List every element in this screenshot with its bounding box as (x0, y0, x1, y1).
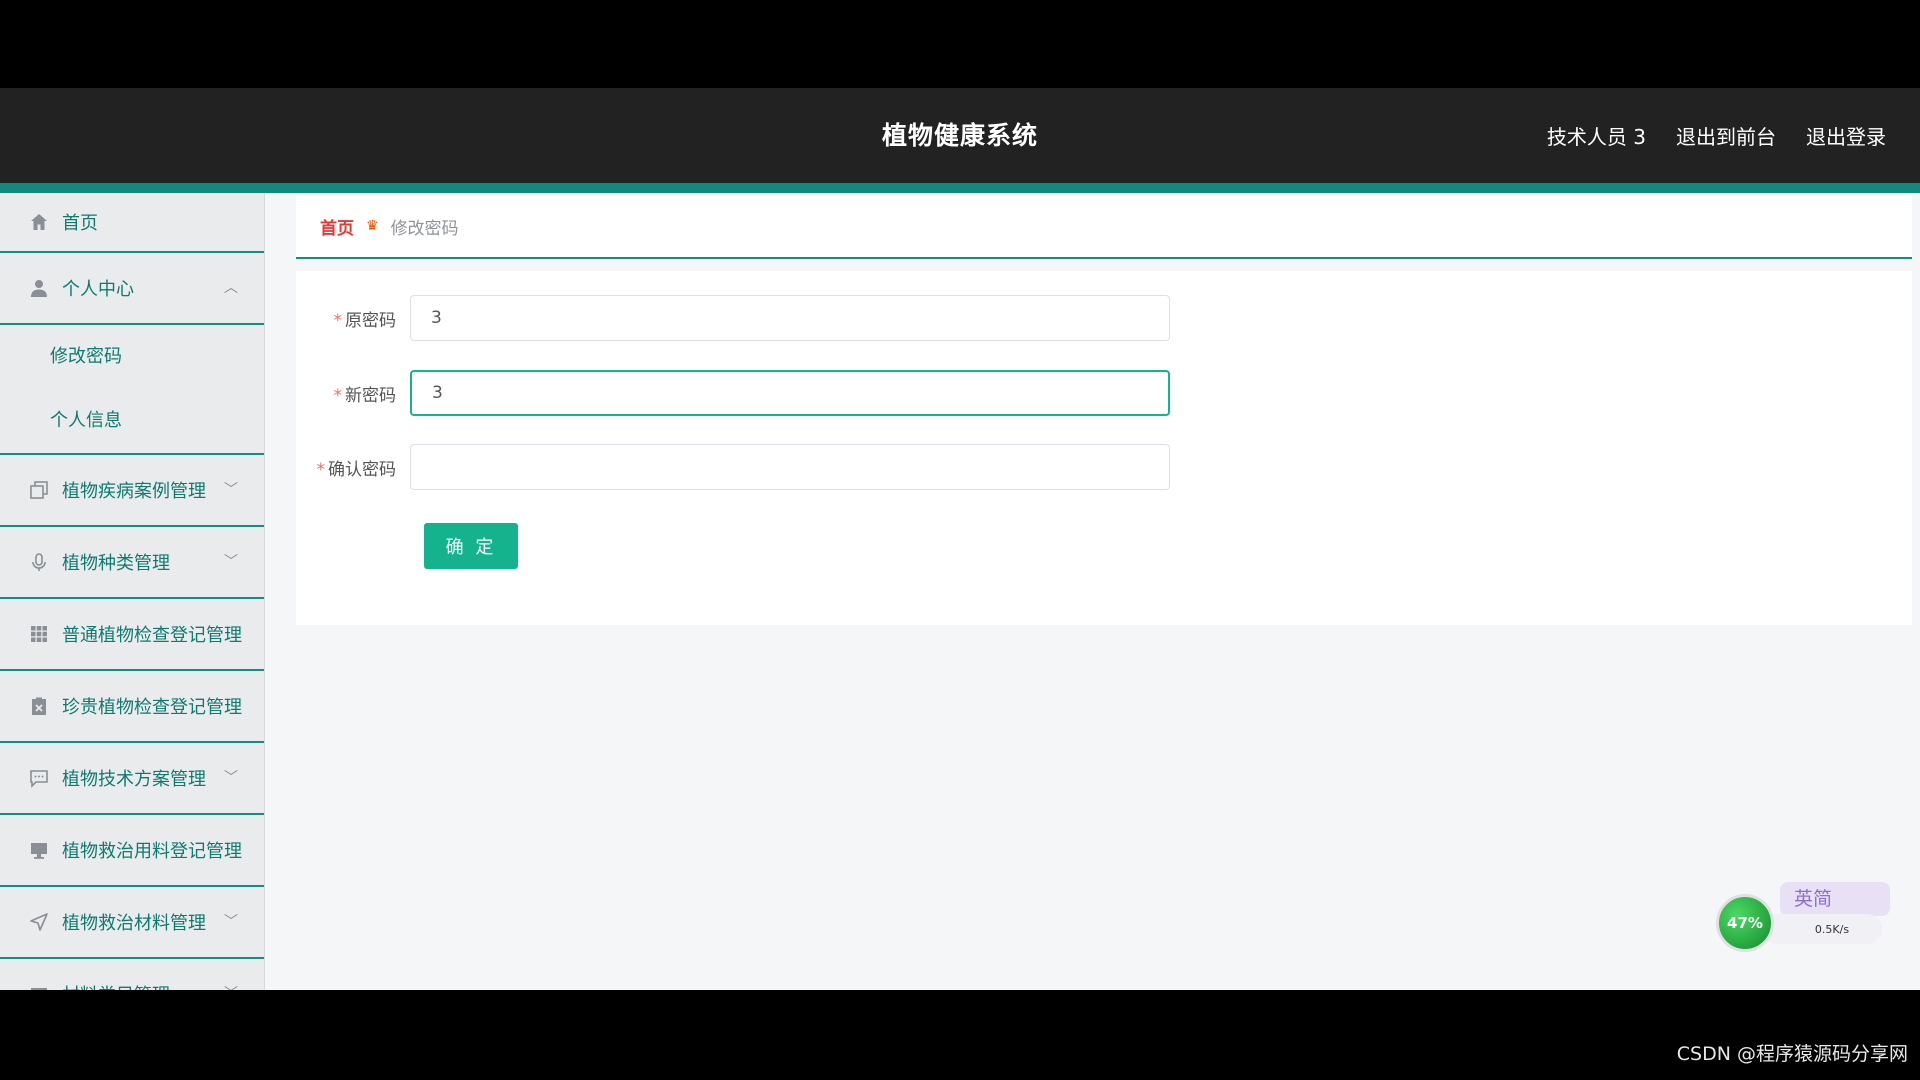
main-panel: 首页 ♛ 修改密码 *原密码 *新密码 *确认密码 确 定 (296, 195, 1912, 625)
change-password-form: *原密码 *新密码 *确认密码 确 定 (296, 271, 1912, 625)
send-icon (28, 911, 50, 933)
home-icon (28, 211, 50, 233)
old-password-label: * 原密码 (296, 306, 410, 331)
sidebar-item-label: 珍贵植物检查登记管理 (62, 697, 242, 718)
old-password-input[interactable] (410, 295, 1170, 341)
sidebar-item-label: 材料类目管理 (62, 981, 170, 990)
sidebar-item-label: 植物种类管理 (62, 553, 170, 574)
header-actions: 技术人员 3 退出到前台 退出登录 (1547, 88, 1886, 183)
personal-center-submenu: 修改密码 个人信息 (0, 325, 264, 455)
monitor-icon (28, 839, 50, 861)
chevron-up-icon: ︿ (224, 280, 238, 296)
ime-indicator[interactable]: 英简 (1780, 882, 1890, 916)
watermark-text: CSDN @程序猿源码分享网 (1676, 1043, 1908, 1065)
sidebar: 首页 个人中心 ︿ 修改密码 个人信息 植物疾病案例管理 ﹀ 植物种类管理 ﹀ (0, 193, 265, 990)
sidebar-item-rare-inspection[interactable]: 珍贵植物检查登记管理 (0, 671, 264, 743)
required-mark: * (333, 385, 343, 406)
sidebar-item-treatment-usage[interactable]: 植物救治用料登记管理 (0, 815, 264, 887)
chevron-down-icon: ﹀ (224, 983, 238, 990)
old-password-label-text: 原密码 (345, 310, 396, 331)
sidebar-item-label: 首页 (62, 213, 98, 234)
sidebar-item-label: 植物技术方案管理 (62, 769, 206, 790)
breadcrumb: 首页 ♛ 修改密码 (296, 195, 1912, 259)
breadcrumb-home-link[interactable]: 首页 (320, 214, 354, 239)
logout-link[interactable]: 退出登录 (1806, 121, 1886, 150)
current-user[interactable]: 技术人员 3 (1547, 121, 1646, 150)
breadcrumb-current: 修改密码 (390, 218, 459, 239)
sidebar-subitem-personal-info[interactable]: 个人信息 (0, 389, 264, 453)
chevron-down-icon: ﹀ (224, 482, 238, 498)
sidebar-item-label: 植物疾病案例管理 (62, 481, 206, 502)
sidebar-item-tech-plans[interactable]: 植物技术方案管理 ﹀ (0, 743, 264, 815)
copy-icon (28, 479, 50, 501)
system-monitor-widget[interactable]: 英简 0.5K/s 47% (1712, 880, 1900, 962)
confirm-password-label-text: 确认密码 (328, 459, 396, 480)
new-password-label: * 新密码 (296, 381, 410, 406)
chevron-down-icon: ﹀ (224, 914, 238, 930)
clipboard-x-icon (28, 695, 50, 717)
user-icon (28, 277, 50, 299)
crown-icon: ♛ (366, 218, 379, 234)
confirm-password-input[interactable] (410, 444, 1170, 490)
sidebar-item-normal-inspection[interactable]: 普通植物检查登记管理 (0, 599, 264, 671)
sidebar-item-treatment-materials[interactable]: 植物救治材料管理 ﹀ (0, 887, 264, 959)
header-accent-bar (0, 183, 1920, 193)
confirm-password-row: * 确认密码 (296, 444, 1170, 490)
new-password-row: * 新密码 (296, 370, 1170, 416)
chat-icon (28, 767, 50, 789)
sidebar-subitem-change-password[interactable]: 修改密码 (0, 325, 264, 389)
chevron-down-icon: ﹀ (224, 554, 238, 570)
sidebar-item-disease-cases[interactable]: 植物疾病案例管理 ﹀ (0, 455, 264, 527)
sidebar-item-plant-species[interactable]: 植物种类管理 ﹀ (0, 527, 264, 599)
exit-to-front-link[interactable]: 退出到前台 (1676, 121, 1776, 150)
confirm-password-label: * 确认密码 (296, 455, 410, 480)
top-header: 植物健康系统 技术人员 3 退出到前台 退出登录 (0, 88, 1920, 183)
network-speed: 0.5K/s (1762, 914, 1882, 944)
sidebar-item-label: 植物救治用料登记管理 (62, 841, 242, 862)
submit-button[interactable]: 确 定 (424, 523, 518, 569)
required-mark: * (333, 310, 343, 331)
new-password-label-text: 新密码 (345, 385, 396, 406)
required-mark: * (316, 459, 326, 480)
sidebar-item-label: 植物救治材料管理 (62, 913, 206, 934)
sidebar-item-material-categories[interactable]: 材料类目管理 ﹀ (0, 959, 264, 990)
memory-percent-badge[interactable]: 47% (1716, 894, 1774, 952)
sidebar-item-home[interactable]: 首页 (0, 193, 264, 253)
app-window: 植物健康系统 技术人员 3 退出到前台 退出登录 首页 个人中心 ︿ 修改密码 … (0, 88, 1920, 990)
sidebar-item-label: 个人中心 (62, 279, 134, 300)
microphone-icon (28, 551, 50, 573)
old-password-row: * 原密码 (296, 295, 1170, 341)
chevron-down-icon: ﹀ (224, 770, 238, 786)
new-password-input[interactable] (410, 370, 1170, 416)
grid-icon (28, 623, 50, 645)
sidebar-item-personal-center[interactable]: 个人中心 ︿ (0, 253, 264, 325)
sidebar-item-label: 普通植物检查登记管理 (62, 625, 242, 646)
list-icon (28, 983, 50, 990)
